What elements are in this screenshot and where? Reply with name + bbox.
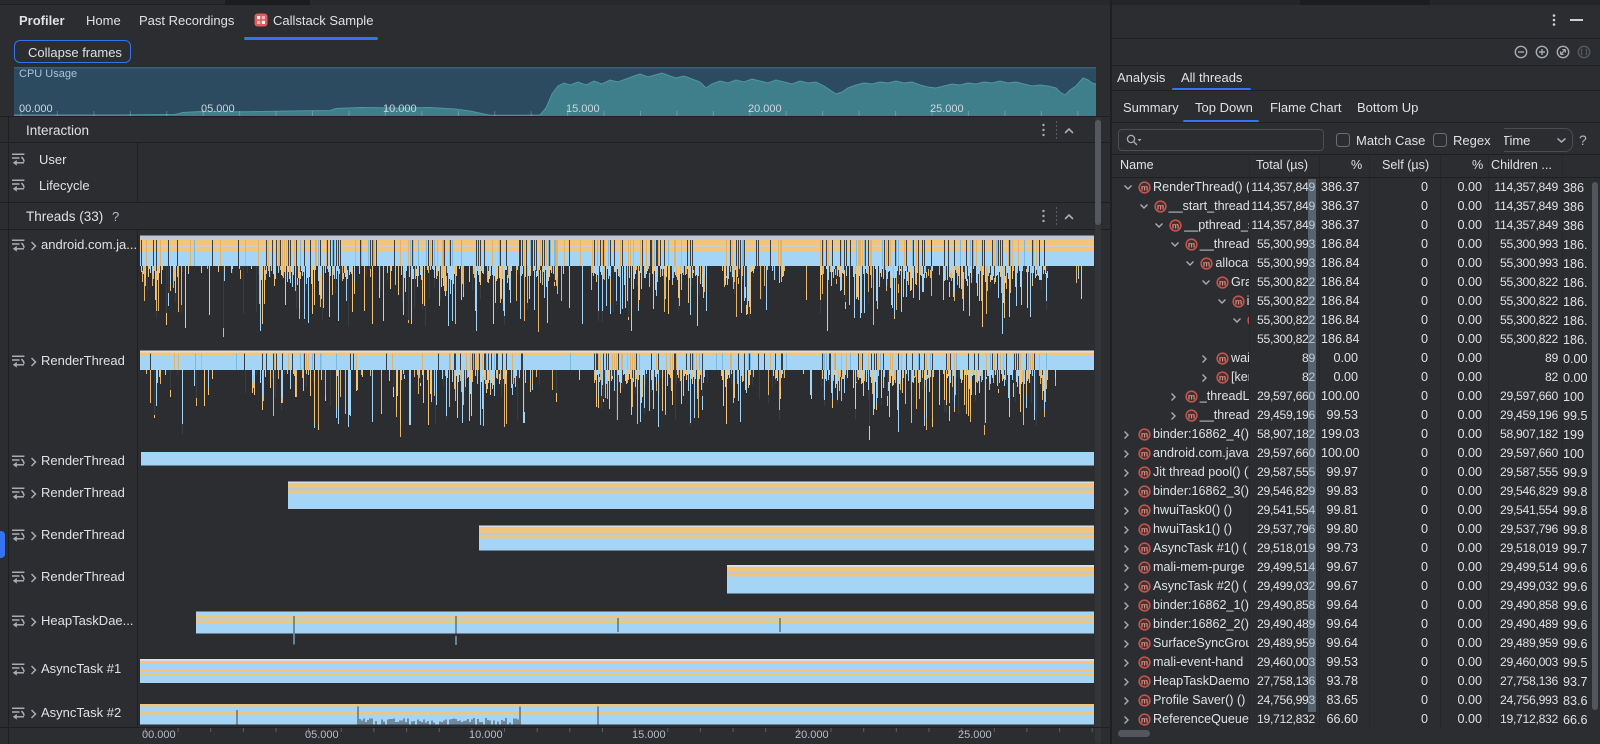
- svg-text:m: m: [1141, 468, 1148, 477]
- svg-text:m: m: [1219, 373, 1226, 382]
- svg-text:m: m: [1156, 202, 1163, 211]
- svg-text:m: m: [1234, 297, 1241, 306]
- svg-text:m: m: [1141, 620, 1148, 629]
- svg-text:m: m: [1141, 639, 1148, 648]
- svg-text:m: m: [1188, 392, 1195, 401]
- svg-text:m: m: [1141, 658, 1148, 667]
- svg-text:m: m: [1141, 582, 1148, 591]
- svg-text:m: m: [1188, 411, 1195, 420]
- svg-text:m: m: [1141, 601, 1148, 610]
- svg-text:m: m: [1141, 677, 1148, 686]
- svg-text:m: m: [1219, 354, 1226, 363]
- svg-text:m: m: [1172, 221, 1179, 230]
- svg-text:m: m: [1141, 506, 1148, 515]
- svg-text:m: m: [1141, 449, 1148, 458]
- svg-text:m: m: [1188, 240, 1195, 249]
- svg-text:m: m: [1203, 259, 1210, 268]
- svg-text:m: m: [1141, 544, 1148, 553]
- svg-text:m: m: [1141, 525, 1148, 534]
- svg-text:m: m: [1141, 715, 1148, 724]
- svg-text:m: m: [1141, 183, 1148, 192]
- svg-text:m: m: [1141, 563, 1148, 572]
- svg-text:m: m: [1141, 430, 1148, 439]
- svg-text:m: m: [1219, 278, 1226, 287]
- svg-text:m: m: [1141, 487, 1148, 496]
- svg-text:m: m: [1141, 696, 1148, 705]
